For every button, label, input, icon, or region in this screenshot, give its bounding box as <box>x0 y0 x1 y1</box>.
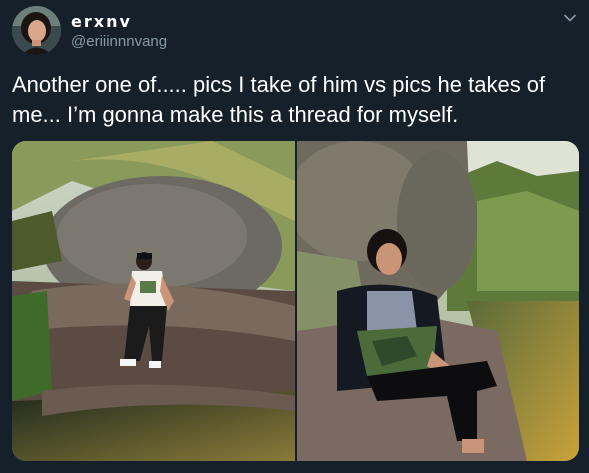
photo-right-image <box>297 141 579 461</box>
user-handle[interactable]: @eriiinnnvang <box>71 33 167 50</box>
avatar[interactable] <box>12 6 61 55</box>
display-name[interactable]: erxnv <box>71 12 132 31</box>
avatar-image <box>12 6 61 55</box>
photo-left-image <box>12 141 295 461</box>
tweet-card: erxnv @eriiinnnvang Another one of..... … <box>0 0 589 473</box>
tweet-media[interactable] <box>12 141 579 461</box>
tweet-text: Another one of..... pics I take of him v… <box>12 72 546 127</box>
photo-left[interactable] <box>12 141 295 461</box>
chevron-down-icon[interactable] <box>562 10 578 26</box>
photo-right[interactable] <box>297 141 579 461</box>
